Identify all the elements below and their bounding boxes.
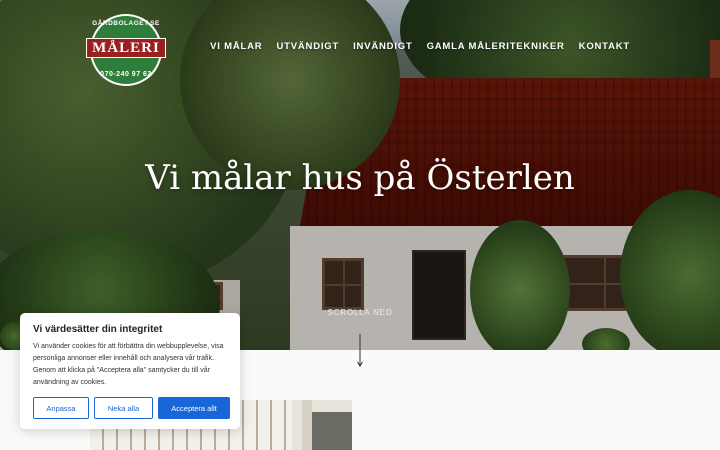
hero-headline: Vi målar hus på Österlen: [145, 158, 575, 198]
logo-phone-text: 070-240 97 62: [100, 71, 152, 78]
nav-item-gamla-maleritekniker[interactable]: GAMLA MÅLERITEKNIKER: [427, 41, 565, 52]
logo-top-text: GÅRDBOLAGET.SE: [92, 20, 160, 27]
nav-item-vi-malar[interactable]: VI MÅLAR: [210, 41, 262, 52]
cookie-consent-dialog: Vi värdesätter din integritet Vi använde…: [20, 313, 240, 429]
cookie-text: Vi använder cookies för att förbättra di…: [33, 343, 224, 386]
customize-button[interactable]: Anpassa: [33, 397, 89, 419]
reject-all-button[interactable]: Neka alla: [94, 397, 153, 419]
image-shadow: [312, 412, 352, 450]
image-post: [302, 400, 312, 450]
accept-all-button[interactable]: Acceptera allt: [158, 397, 230, 419]
logo-banner: MÅLERI: [86, 38, 166, 58]
site-logo[interactable]: GÅRDBOLAGET.SE MÅLERI 070-240 97 62: [86, 14, 166, 86]
cookie-buttons: Anpassa Neka alla Acceptera allt: [33, 397, 230, 419]
nav-item-utvandigt[interactable]: UTVÄNDIGT: [276, 41, 339, 52]
main-navigation: VI MÅLAR UTVÄNDIGT INVÄNDIGT GAMLA MÅLER…: [210, 41, 630, 52]
cookie-title: Vi värdesätter din integritet: [33, 324, 163, 335]
nav-item-kontakt[interactable]: KONTAKT: [579, 41, 630, 52]
logo-word: MÅLERI: [92, 39, 160, 56]
nav-item-invandigt[interactable]: INVÄNDIGT: [353, 41, 412, 52]
arrow-down-icon[interactable]: [356, 334, 364, 368]
